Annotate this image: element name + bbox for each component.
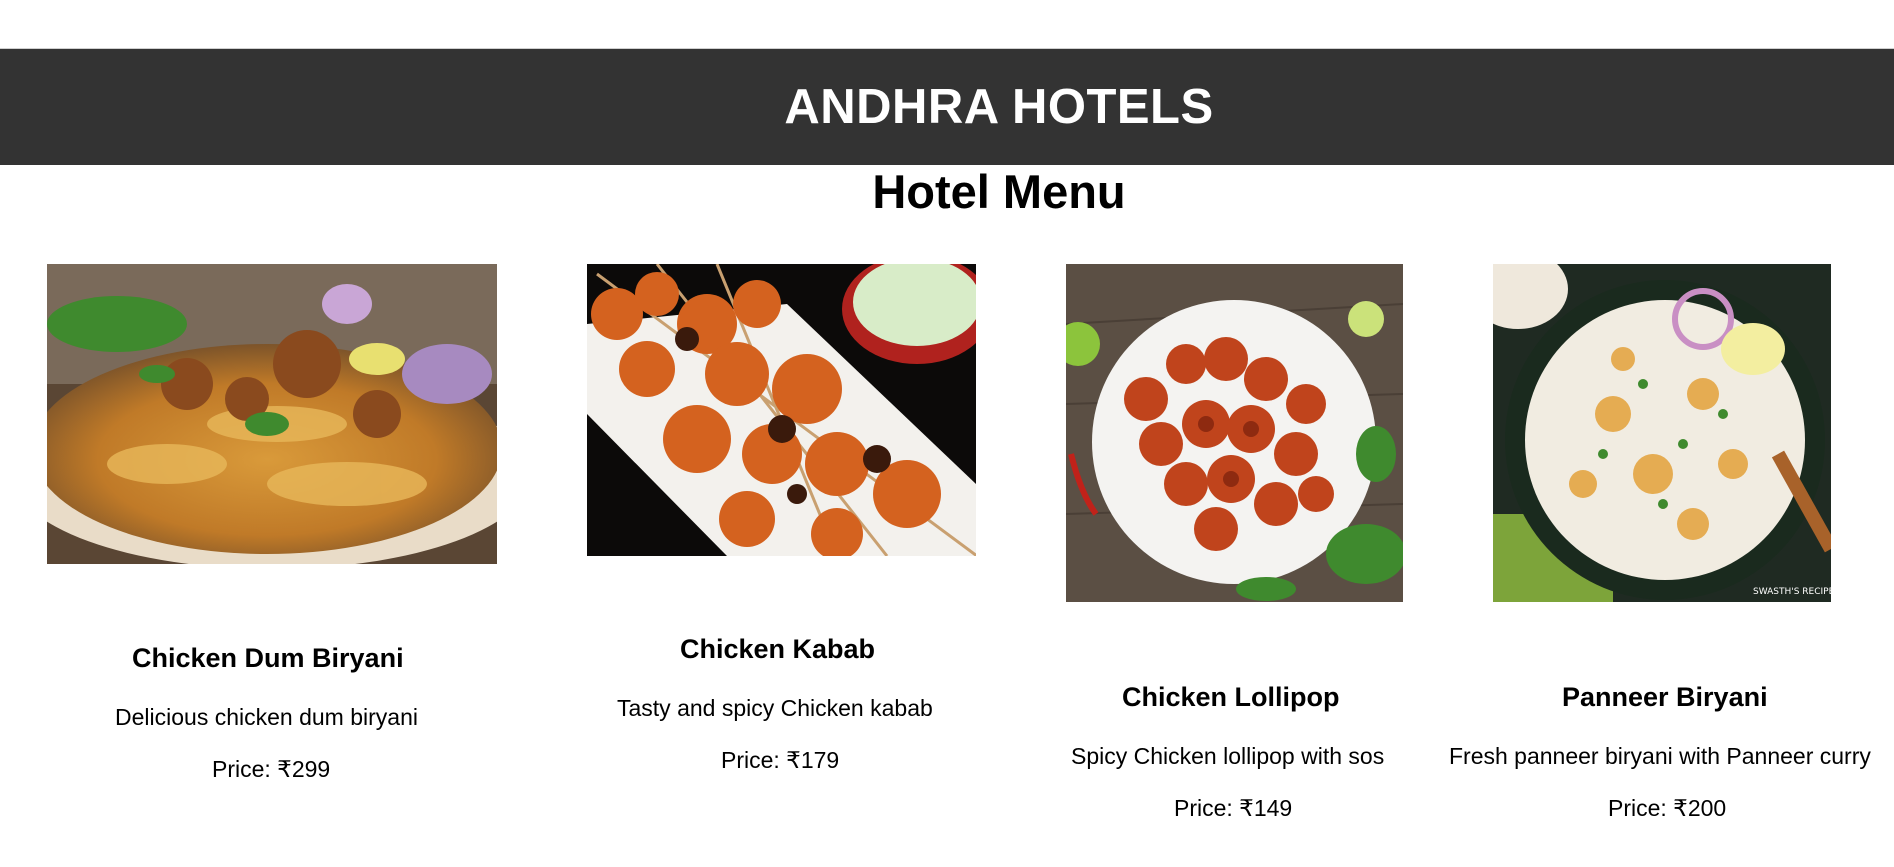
menu-item-price: Price: ₹299	[212, 756, 331, 782]
kabab-photo	[587, 264, 976, 556]
site-title: ANDHRA HOTELS	[784, 80, 1214, 134]
page-title: Hotel Menu	[872, 165, 1126, 218]
menu-item-description: Tasty and spicy Chicken kabab	[617, 695, 933, 721]
menu-item-name: Chicken Kabab	[680, 634, 876, 664]
menu-item-price: Price: ₹179	[721, 747, 840, 773]
menu-item-name: Chicken Dum Biryani	[132, 643, 404, 673]
menu-item-description: Fresh panneer biryani with Panneer curry	[1449, 743, 1871, 769]
site-header: ANDHRA HOTELS	[0, 48, 1894, 165]
panneer-biryani-photo: SWASTH'S RECIPES	[1493, 264, 1831, 602]
menu-item-name: Chicken Lollipop	[1122, 682, 1340, 712]
menu-item-price: Price: ₹200	[1608, 795, 1727, 821]
biryani-photo	[47, 264, 497, 564]
lollipop-photo	[1066, 264, 1403, 602]
svg-text:SWASTH'S RECIPES: SWASTH'S RECIPES	[1753, 587, 1831, 597]
menu-item-name: Panneer Biryani	[1562, 682, 1768, 712]
menu-item-price: Price: ₹149	[1174, 795, 1293, 821]
menu-item-description: Delicious chicken dum biryani	[115, 704, 418, 730]
menu-item-description: Spicy Chicken lollipop with sos	[1071, 743, 1385, 769]
